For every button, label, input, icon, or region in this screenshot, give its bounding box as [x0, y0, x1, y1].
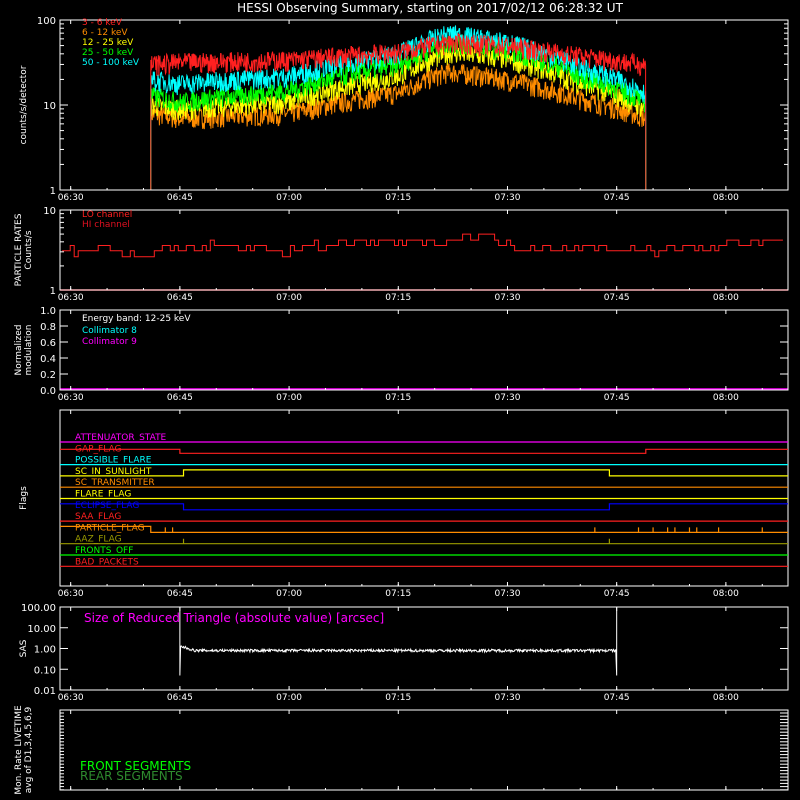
modulation-ytick-label: 0.2 [40, 370, 56, 381]
modulation-xtick-label: 07:00 [276, 393, 302, 403]
sas-ytick-label: 10.00 [27, 624, 56, 635]
flags-xtick-label: 07:30 [495, 589, 521, 599]
particle-legend-entry: LO channel [82, 210, 132, 220]
counts-xtick-label: 08:00 [713, 193, 739, 203]
particle-xtick-label: 08:00 [713, 293, 739, 303]
livetime-ylabel: avg of D1,3,4,5,6,9 [24, 706, 34, 793]
sas-annotation: Size of Reduced Triangle (absolute value… [84, 611, 384, 625]
flags-flag-label: FLARE_FLAG [75, 490, 131, 500]
counts-xtick-label: 06:45 [167, 193, 193, 203]
flags-flag-label: ECLIPSE_FLAG [75, 501, 139, 511]
flags-xtick-label: 07:45 [604, 589, 630, 599]
flags-xtick-label: 08:00 [713, 589, 739, 599]
modulation-ylabel: modulation [24, 325, 34, 376]
counts-ytick-label: 10 [43, 101, 56, 112]
sas-xtick-label: 06:30 [58, 693, 84, 703]
particle-xtick-label: 07:00 [276, 293, 302, 303]
modulation-xtick-label: 07:45 [604, 393, 630, 403]
flags-flag-label: AAZ_FLAG [75, 535, 122, 545]
flags-flag-label: SAA_FLAG [75, 512, 121, 522]
counts-ytick-label: 100 [37, 16, 56, 27]
observing-summary-chart: HESSI Observing Summary, starting on 201… [0, 0, 800, 800]
counts-ylabel: counts/s/detector [19, 65, 29, 144]
modulation-xtick-label: 06:30 [58, 393, 84, 403]
flags-flag-label: ATTENUATOR_STATE [75, 433, 167, 443]
modulation-xtick-label: 07:30 [495, 393, 521, 403]
livetime-ylabel: Mon. Rate LIVETIME [14, 705, 24, 795]
flags-ylabel: Flags [19, 486, 29, 510]
modulation-ytick-label: 0.6 [40, 338, 56, 349]
modulation-ytick-label: 0.0 [40, 386, 56, 397]
particle-legend-entry: HI channel [82, 220, 130, 230]
flags-flag-label: POSSIBLE_FLARE [75, 456, 152, 466]
livetime-legend-entry: REAR SEGMENTS [80, 769, 183, 783]
chart-title: HESSI Observing Summary, starting on 201… [237, 1, 623, 15]
flags-xtick-label: 06:30 [58, 589, 84, 599]
particle-xtick-label: 06:45 [167, 293, 193, 303]
counts-legend-entry: 3 - 6 keV [82, 18, 123, 28]
particle-xtick-label: 07:45 [604, 293, 630, 303]
sas-xtick-label: 06:45 [167, 693, 193, 703]
modulation-ytick-label: 1.0 [40, 306, 56, 317]
flags-flag-label: GAP_FLAG [75, 444, 121, 454]
flags-flag-label: FRONTS_OFF [75, 546, 133, 556]
modulation-legend-entry: Collimator 8 [82, 326, 137, 336]
sas-xtick-label: 08:00 [713, 693, 739, 703]
flags-xtick-label: 07:15 [385, 589, 411, 599]
particle-ylabel: PARTICLE RATES [14, 213, 24, 286]
counts-ytick-label: 1 [50, 186, 56, 197]
modulation-ytick-label: 0.4 [40, 354, 56, 365]
particle-ylabel: Counts/s [24, 230, 34, 269]
particle-xtick-label: 07:15 [385, 293, 411, 303]
particle-ytick-label: 10 [43, 206, 56, 217]
particle-xtick-label: 07:30 [495, 293, 521, 303]
sas-ylabel: SAS [19, 639, 29, 657]
flags-xtick-label: 06:45 [167, 589, 193, 599]
counts-xtick-label: 06:30 [58, 193, 84, 203]
particle-ytick-label: 1 [50, 286, 56, 297]
flags-flag-label: PARTICLE_FLAG [75, 523, 145, 533]
flags-xtick-label: 07:00 [276, 589, 302, 599]
counts-legend-entry: 6 - 12 keV [82, 28, 128, 38]
sas-xtick-label: 07:30 [495, 693, 521, 703]
modulation-xtick-label: 07:15 [385, 393, 411, 403]
particle-xtick-label: 06:30 [58, 293, 84, 303]
modulation-ytick-label: 0.8 [40, 322, 56, 333]
modulation-legend-entry: Collimator 9 [82, 337, 137, 347]
counts-legend-entry: 50 - 100 keV [82, 58, 140, 68]
modulation-annotation: Energy band: 12-25 keV [82, 314, 191, 324]
sas-ytick-label: 0.10 [34, 665, 56, 676]
flags-flag-label: SC_TRANSMITTER [75, 478, 155, 488]
sas-xtick-label: 07:15 [385, 693, 411, 703]
sas-xtick-label: 07:45 [604, 693, 630, 703]
sas-ytick-label: 1.00 [34, 645, 56, 656]
counts-legend-entry: 12 - 25 keV [82, 38, 134, 48]
modulation-ylabel: Normalized [14, 324, 24, 375]
flags-flag-label: BAD_PACKETS [75, 557, 139, 567]
sas-ytick-label: 100.00 [21, 603, 56, 614]
sas-ytick-label: 0.01 [34, 686, 56, 697]
counts-xtick-label: 07:45 [604, 193, 630, 203]
counts-xtick-label: 07:30 [495, 193, 521, 203]
modulation-xtick-label: 06:45 [167, 393, 193, 403]
counts-xtick-label: 07:00 [276, 193, 302, 203]
flags-flag-label: SC_IN_SUNLIGHT [75, 467, 152, 477]
counts-legend-entry: 25 - 50 keV [82, 48, 134, 58]
sas-xtick-label: 07:00 [276, 693, 302, 703]
modulation-xtick-label: 08:00 [713, 393, 739, 403]
counts-xtick-label: 07:15 [385, 193, 411, 203]
